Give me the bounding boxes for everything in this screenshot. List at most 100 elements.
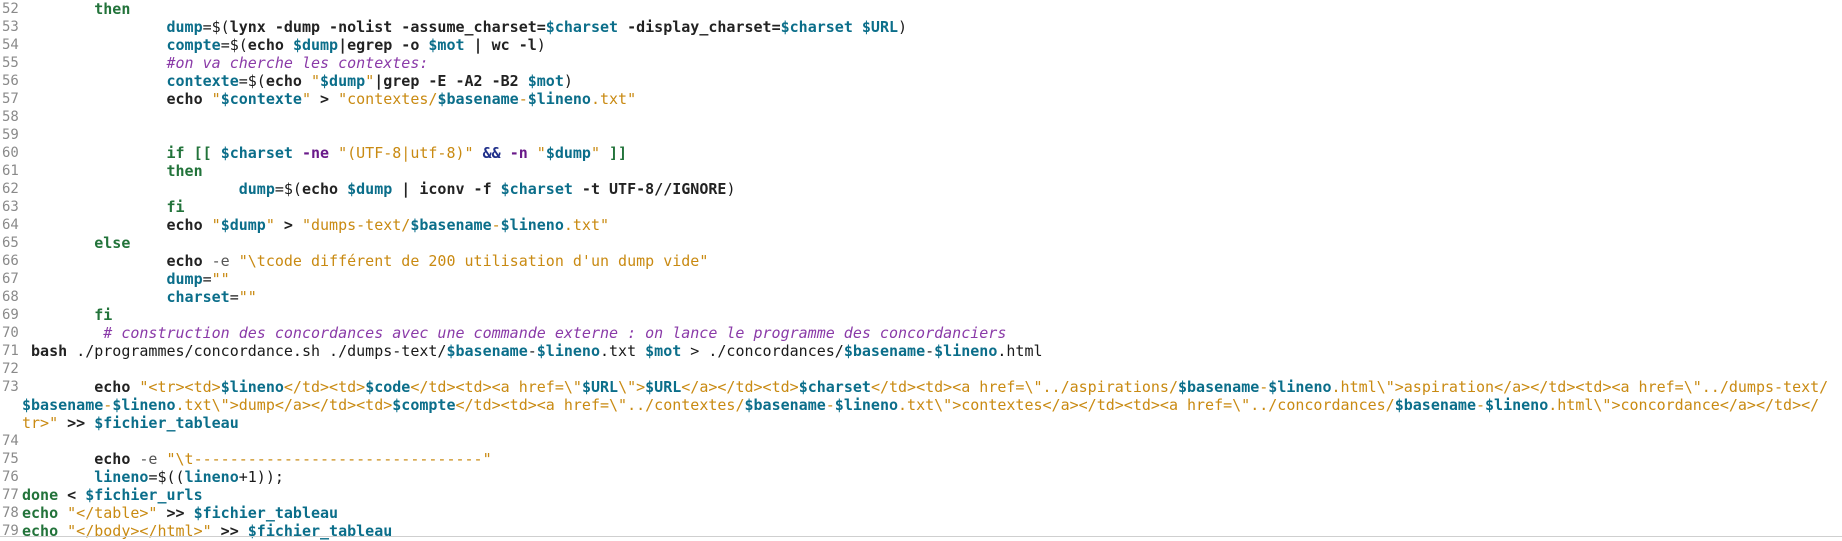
code-line[interactable]: 56 contexte=$(echo "$dump"|grep -E -A2 -…: [0, 72, 1842, 90]
code-line[interactable]: 68 charset="": [0, 288, 1842, 306]
code-line[interactable]: 58: [0, 108, 1842, 126]
code-line[interactable]: 54 compte=$(echo $dump|egrep -o $mot | w…: [0, 36, 1842, 54]
code-token: | iconv -f: [392, 180, 501, 198]
code-line[interactable]: 69 fi: [0, 306, 1842, 324]
line-text[interactable]: lineno=$((lineno+1));: [22, 468, 1842, 486]
line-text[interactable]: bash ./programmes/concordance.sh ./dumps…: [22, 342, 1842, 360]
code-line[interactable]: 73 echo "<tr><td>$lineno</td><td>$code</…: [0, 378, 1842, 396]
line-text[interactable]: [22, 432, 1842, 450]
code-token: ): [726, 180, 736, 198]
line-text[interactable]: echo -e "\t-----------------------------…: [22, 450, 1842, 468]
code-token: -n: [509, 144, 537, 162]
code-token: >: [274, 216, 302, 234]
code-token: $lineno: [536, 342, 600, 360]
code-line[interactable]: 72: [0, 360, 1842, 378]
code-token: .html: [997, 342, 1043, 360]
code-line[interactable]: 61 then: [0, 162, 1842, 180]
code-line[interactable]: tr>" >> $fichier_tableau: [0, 414, 1842, 432]
code-token: fi: [166, 198, 185, 216]
code-token: else: [94, 234, 131, 252]
code-token: &&: [473, 144, 510, 162]
line-text[interactable]: compte=$(echo $dump|egrep -o $mot | wc -…: [22, 36, 1842, 54]
code-token: fi: [94, 306, 113, 324]
code-line[interactable]: 78 echo "</table>" >> $fichier_tableau: [0, 504, 1842, 522]
code-token: =$(: [202, 18, 230, 36]
code-line[interactable]: 74: [0, 432, 1842, 450]
line-text[interactable]: [22, 360, 1842, 378]
line-text[interactable]: # construction des concordances avec une…: [22, 324, 1842, 342]
code-line[interactable]: 59: [0, 126, 1842, 144]
code-area[interactable]: 52 then 53 dump=$(lynx -dump -nolist -ass…: [0, 0, 1842, 540]
code-token: $URL: [861, 18, 899, 36]
line-text[interactable]: contexte=$(echo "$dump"|grep -E -A2 -B2 …: [22, 72, 1842, 90]
code-line[interactable]: 65 else: [0, 234, 1842, 252]
code-token: "\t--------------------------------": [166, 450, 492, 468]
code-token: \">: [618, 378, 646, 396]
line-text[interactable]: echo -e "\tcode différent de 200 utilisa…: [22, 252, 1842, 270]
line-text[interactable]: [22, 108, 1842, 126]
line-text[interactable]: echo "$contexte" > "contextes/$basename-…: [22, 90, 1842, 108]
code-line[interactable]: 67 dump="": [0, 270, 1842, 288]
code-line[interactable]: 76 lineno=$((lineno+1));: [0, 468, 1842, 486]
line-text[interactable]: if [[ $charset -ne "(UTF-8|utf-8)" && -n…: [22, 144, 1842, 162]
code-token: </a></td><td>: [681, 378, 799, 396]
code-line[interactable]: 62 dump=$(echo $dump | iconv -f $charset…: [0, 180, 1842, 198]
code-token: ): [898, 18, 908, 36]
code-token: $lineno: [527, 90, 591, 108]
code-token: $lineno: [1268, 378, 1332, 396]
code-token: </td><td><a href=\"../contextes/: [455, 396, 745, 414]
code-token: $lineno: [1485, 396, 1549, 414]
code-line[interactable]: 70 # construction des concordances avec …: [0, 324, 1842, 342]
code-line[interactable]: 64 echo "$dump" > "dumps-text/$basename-…: [0, 216, 1842, 234]
line-text[interactable]: dump=$(lynx -dump -nolist -assume_charse…: [22, 18, 1842, 36]
line-text[interactable]: tr>" >> $fichier_tableau: [22, 414, 1842, 432]
code-token: =$(: [220, 36, 248, 54]
line-text[interactable]: charset="": [22, 288, 1842, 306]
line-text[interactable]: echo "</body></html>" >> $fichier_tablea…: [22, 522, 1842, 540]
code-token: ": [265, 216, 275, 234]
code-token: dump: [166, 18, 203, 36]
line-text[interactable]: dump=$(echo $dump | iconv -f $charset -t…: [22, 180, 1842, 198]
code-line[interactable]: 53 dump=$(lynx -dump -nolist -assume_cha…: [0, 18, 1842, 36]
line-number: 75: [2, 451, 19, 467]
code-line[interactable]: 55 #on va cherche les contextes:: [0, 54, 1842, 72]
line-text[interactable]: done < $fichier_urls: [22, 486, 1842, 504]
code-line[interactable]: 60 if [[ $charset -ne "(UTF-8|utf-8)" &&…: [0, 144, 1842, 162]
line-text[interactable]: then: [22, 162, 1842, 180]
code-token: =: [202, 270, 212, 288]
code-token: -: [825, 396, 835, 414]
code-token: $basename: [446, 342, 528, 360]
code-token: -t UTF-8//IGNORE: [572, 180, 727, 198]
line-number: 65: [2, 235, 19, 251]
code-line[interactable]: 66 echo -e "\tcode différent de 200 util…: [0, 252, 1842, 270]
code-line[interactable]: 75 echo -e "\t--------------------------…: [0, 450, 1842, 468]
line-text[interactable]: fi: [22, 198, 1842, 216]
line-text[interactable]: echo "</table>" >> $fichier_tableau: [22, 504, 1842, 522]
line-number: 72: [2, 361, 19, 377]
line-text[interactable]: else: [22, 234, 1842, 252]
line-text[interactable]: [22, 126, 1842, 144]
code-token: $URL: [581, 378, 619, 396]
line-text[interactable]: echo "$dump" > "dumps-text/$basename-$li…: [22, 216, 1842, 234]
line-text[interactable]: #on va cherche les contextes:: [22, 54, 1842, 72]
code-line[interactable]: 79 echo "</body></html>" >> $fichier_tabl…: [0, 522, 1842, 540]
code-editor[interactable]: 52 then 53 dump=$(lynx -dump -nolist -ass…: [0, 0, 1842, 541]
code-line[interactable]: 71 bash ./programmes/concordance.sh ./du…: [0, 342, 1842, 360]
code-token: "<tr><td>: [139, 378, 221, 396]
code-line[interactable]: 63 fi: [0, 198, 1842, 216]
line-text[interactable]: dump="": [22, 270, 1842, 288]
line-number: 69: [2, 307, 19, 323]
line-text[interactable]: echo "<tr><td>$lineno</td><td>$code</td>…: [22, 378, 1842, 396]
code-token: -: [925, 342, 935, 360]
code-line[interactable]: 52 then: [0, 0, 1842, 18]
code-line[interactable]: 57 echo "$contexte" > "contextes/$basena…: [0, 90, 1842, 108]
line-text[interactable]: fi: [22, 306, 1842, 324]
line-number: 52: [2, 1, 19, 17]
code-line[interactable]: 77 done < $fichier_urls: [0, 486, 1842, 504]
line-text[interactable]: then: [22, 0, 1842, 18]
code-token: then: [166, 162, 203, 180]
line-text[interactable]: $basename-$lineno.txt\">dump</a></td><td…: [22, 396, 1842, 414]
code-line[interactable]: $basename-$lineno.txt\">dump</a></td><td…: [0, 396, 1842, 414]
